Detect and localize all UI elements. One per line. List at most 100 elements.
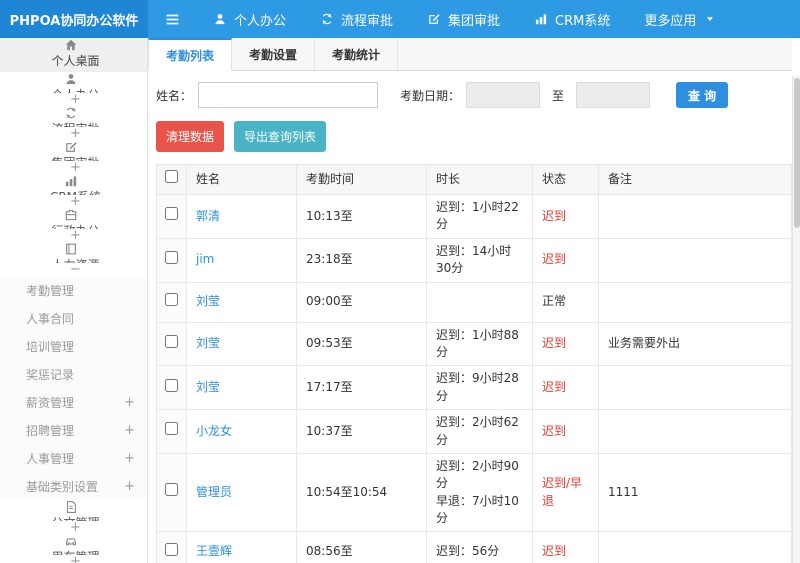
table-row: 管理员 10:54至10:54 迟到：2小时90分 早退：7小时10分 迟到/早退 111… xyxy=(156,452,792,533)
clear-data-button[interactable]: 清理数据 xyxy=(156,121,225,152)
select-all-checkbox[interactable] xyxy=(165,170,178,184)
row-select-cell xyxy=(156,531,187,563)
topnav-item[interactable]: 流程审批 xyxy=(303,0,410,38)
topnav-item[interactable]: 更多应用 xyxy=(627,0,732,38)
row-checkbox[interactable] xyxy=(165,483,178,497)
scrollbar-thumb[interactable] xyxy=(794,78,800,228)
expand-toggle[interactable]: + xyxy=(124,452,135,465)
duration-cell: 迟到：2小时90分 早退：7小时10分 xyxy=(426,452,533,533)
remark-cell xyxy=(598,237,792,283)
chevron-down-icon xyxy=(705,14,715,24)
attendance-time-cell: 23:18至 xyxy=(296,237,427,283)
topnav-item-label: CRM系统 xyxy=(555,13,611,29)
name-cell: 刘莹 xyxy=(186,321,297,367)
duration-line: 迟到：14小时30分 xyxy=(436,243,512,276)
sidebar-item-label: 人事管理 xyxy=(26,451,75,466)
duration-line: 迟到：2小时90分 xyxy=(436,458,519,491)
sidebar-item-label: 招聘管理 xyxy=(26,423,75,438)
expand-toggle[interactable]: + xyxy=(70,555,81,563)
sidebar-item[interactable]: 奖惩记录 xyxy=(0,360,147,388)
employee-name-link[interactable]: 小龙女 xyxy=(196,424,232,438)
tab-attendance-settings[interactable]: 考勤设置 xyxy=(232,38,316,70)
chart-icon xyxy=(64,174,78,188)
sidebar-item[interactable]: CRM系统+ xyxy=(0,174,147,208)
row-select-cell xyxy=(156,237,187,283)
table-row: 小龙女 10:37至 迟到：2小时62分 迟到 xyxy=(156,409,792,454)
topnav-item[interactable]: CRM系统 xyxy=(517,0,627,38)
sidebar-item[interactable]: 考勤管理 xyxy=(0,276,147,304)
duration-cell: 迟到：14小时30分 xyxy=(426,237,533,283)
sidebar-item[interactable]: 个人桌面 xyxy=(0,38,147,72)
app-window: PHPOA协同办公软件 个人办公流程审批 集团审批 CRM系统更多应用 个人桌面个人… xyxy=(0,0,800,563)
sidebar-item[interactable]: 培训管理 xyxy=(0,332,147,360)
employee-name-link[interactable]: jim xyxy=(196,252,214,266)
employee-name-link[interactable]: 管理员 xyxy=(196,485,232,499)
expand-toggle[interactable]: + xyxy=(70,161,81,174)
sidebar-item[interactable]: 薪资管理 + xyxy=(0,388,147,416)
expand-toggle[interactable]: + xyxy=(70,195,81,208)
sidebar-item[interactable]: 流程审批+ xyxy=(0,106,147,140)
sidebar-item[interactable]: 用车管理+ xyxy=(0,534,147,563)
row-checkbox[interactable] xyxy=(165,207,178,221)
expand-toggle[interactable]: + xyxy=(70,521,81,534)
topnav-item-label: 集团审批 xyxy=(448,13,501,29)
remark-cell: 业务需要外出 xyxy=(598,321,792,367)
sidebar-item[interactable]: 人事管理 + xyxy=(0,444,147,472)
row-checkbox[interactable] xyxy=(165,378,178,392)
employee-name-link[interactable]: 王壹辉 xyxy=(196,544,232,558)
sidebar-item[interactable]: 集团审批+ xyxy=(0,140,147,174)
employee-name-link[interactable]: 刘莹 xyxy=(196,336,220,350)
expand-toggle[interactable]: + xyxy=(124,396,135,409)
export-list-button[interactable]: 导出查询列表 xyxy=(234,121,327,152)
topnav-item[interactable]: 集团审批 xyxy=(410,0,517,38)
status-cell: 迟到/早退 xyxy=(532,452,599,533)
attendance-time-cell: 17:17至 xyxy=(296,365,427,411)
expand-toggle[interactable]: + xyxy=(124,424,135,437)
column-header: 考勤时间 xyxy=(296,164,427,195)
expand-toggle[interactable]: + xyxy=(124,480,135,493)
status-cell: 迟到 xyxy=(532,237,599,283)
attendance-time-cell: 08:56至 xyxy=(296,531,427,563)
vertical-scrollbar[interactable] xyxy=(792,76,800,563)
sidebar-item[interactable]: 招聘管理 + xyxy=(0,416,147,444)
expand-toggle[interactable]: + xyxy=(70,127,81,140)
row-checkbox[interactable] xyxy=(165,542,178,556)
name-cell: jim xyxy=(186,237,297,283)
edit-icon xyxy=(427,12,441,26)
query-button[interactable]: 查 询 xyxy=(676,82,729,108)
sidebar-item-label: 奖惩记录 xyxy=(26,367,75,382)
expand-toggle[interactable]: + xyxy=(70,93,81,106)
user-icon xyxy=(64,72,78,86)
sidebar-item[interactable]: 人事合同 xyxy=(0,304,147,332)
employee-name-link[interactable]: 郭清 xyxy=(196,209,220,223)
row-checkbox[interactable] xyxy=(165,422,178,436)
employee-name-link[interactable]: 刘莹 xyxy=(196,294,220,308)
remark-cell xyxy=(598,281,792,323)
date-start-input[interactable] xyxy=(466,82,541,108)
sidebar-item[interactable]: 人力资源− xyxy=(0,242,147,276)
sidebar-item[interactable]: 基础类别设置 + xyxy=(0,472,147,500)
expand-toggle[interactable]: − xyxy=(70,263,81,276)
briefcase-icon xyxy=(64,208,78,222)
sidebar-item[interactable]: 公文管理+ xyxy=(0,500,147,534)
sidebar-item-label: 人事合同 xyxy=(26,311,75,326)
name-filter-input[interactable] xyxy=(198,82,379,108)
expand-toggle[interactable]: + xyxy=(70,229,81,242)
row-select-cell xyxy=(156,452,187,533)
menu-toggle-button[interactable] xyxy=(148,0,196,38)
employee-name-link[interactable]: 刘莹 xyxy=(196,380,220,394)
row-checkbox[interactable] xyxy=(165,292,178,306)
status-cell: 迟到 xyxy=(532,409,599,454)
app-logo[interactable]: PHPOA协同办公软件 xyxy=(0,0,148,38)
sidebar-item[interactable]: 行政办公+ xyxy=(0,208,147,242)
sidebar-item[interactable]: 个人办公+ xyxy=(0,72,147,106)
date-end-input[interactable] xyxy=(576,82,651,108)
topnav-item[interactable]: 个人办公 xyxy=(196,0,303,38)
remark-cell xyxy=(598,365,792,411)
table-row: 刘莹 17:17至 迟到：9小时28分 迟到 xyxy=(156,365,792,411)
row-checkbox[interactable] xyxy=(165,334,178,348)
row-checkbox[interactable] xyxy=(165,250,178,264)
tab-attendance-list[interactable]: 考勤列表 xyxy=(148,38,233,71)
book-icon xyxy=(64,242,78,256)
tab-attendance-stats[interactable]: 考勤统计 xyxy=(315,38,399,70)
